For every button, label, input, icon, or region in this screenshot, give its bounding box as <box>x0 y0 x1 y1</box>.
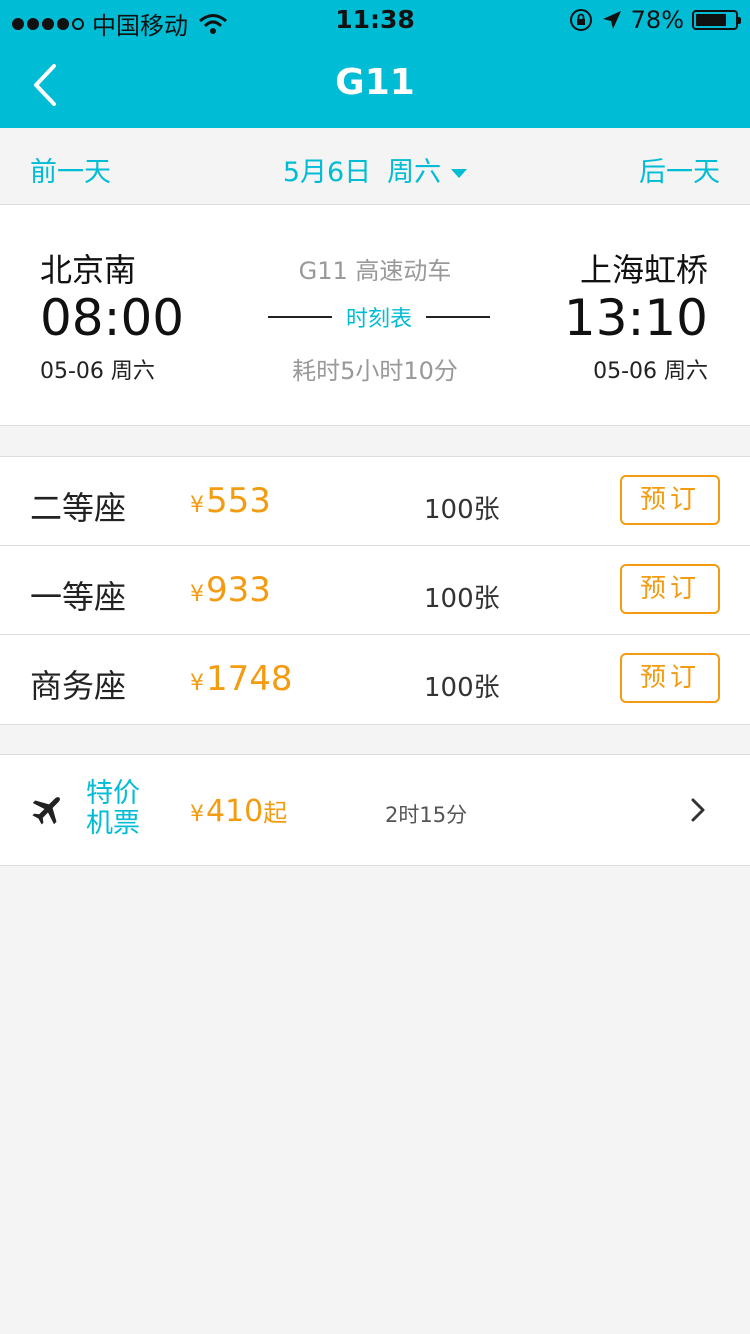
seat-price: ¥933 <box>190 570 271 610</box>
arrival-time: 13:10 <box>563 289 708 347</box>
seat-class: 二等座 <box>30 489 127 527</box>
location-arrow-icon <box>602 11 621 29</box>
flight-deal-row[interactable]: 特价机票 ¥410起 2时15分 <box>0 754 750 866</box>
top-bar: 中国移动 11:38 78% G11 <box>0 0 750 128</box>
rotation-lock-icon <box>569 9 592 31</box>
seat-price: ¥1748 <box>190 659 293 699</box>
caret-down-icon <box>451 169 468 178</box>
currency-symbol: ¥ <box>190 802 204 827</box>
book-button[interactable]: 预订 <box>620 653 720 703</box>
date-label: 5月6日 <box>282 157 372 188</box>
seat-row: 二等座 ¥553 100张 预订 <box>0 457 750 546</box>
battery-fill <box>696 14 726 26</box>
currency-symbol: ¥ <box>190 671 204 696</box>
book-button[interactable]: 预订 <box>620 564 720 614</box>
flight-duration: 2时15分 <box>385 803 468 827</box>
page-title: G11 <box>335 62 415 103</box>
battery-icon <box>692 10 741 30</box>
schedule-link[interactable]: 时刻表 <box>268 301 491 333</box>
price-value: 933 <box>206 570 271 610</box>
price-value: 1748 <box>206 659 293 699</box>
next-day-button[interactable]: 后一天 <box>639 150 720 189</box>
arrival-date: 05-06 周六 <box>593 359 708 384</box>
status-right: 78% <box>569 6 741 34</box>
train-info-card: 北京南 08:00 05-06 周六 G11 高速动车 时刻表 耗时5小时10分… <box>0 205 750 426</box>
battery-percent: 78% <box>630 6 684 34</box>
divider <box>426 316 491 318</box>
weekday-label: 周六 <box>387 157 442 188</box>
price-value: 410 <box>206 794 264 829</box>
price-suffix: 起 <box>263 799 288 827</box>
tickets-remaining: 100张 <box>424 584 500 614</box>
currency-symbol: ¥ <box>190 493 204 518</box>
flight-deal-label: 特价机票 <box>86 778 140 839</box>
status-bar: 中国移动 11:38 78% <box>0 0 750 40</box>
flight-price: ¥410起 <box>190 793 287 829</box>
schedule-label: 时刻表 <box>346 307 413 332</box>
seat-row: 一等座 ¥933 100张 预订 <box>0 546 750 635</box>
seat-row: 商务座 ¥1748 100张 预订 <box>0 635 750 724</box>
divider <box>268 316 332 318</box>
date-bar: 前一天 5月6日 周六 后一天 <box>0 128 750 205</box>
departure-time: 08:00 <box>40 289 185 347</box>
seat-price: ¥553 <box>190 481 271 521</box>
seat-list: 二等座 ¥553 100张 预订 一等座 ¥933 100张 预订 商务座 ¥1… <box>0 456 750 725</box>
book-button[interactable]: 预订 <box>620 475 720 525</box>
arrival-station: 上海虹桥 <box>579 251 708 289</box>
date-selector[interactable]: 5月6日 周六 <box>0 150 750 189</box>
seat-class: 一等座 <box>30 578 127 616</box>
price-value: 553 <box>206 481 271 521</box>
tickets-remaining: 100张 <box>424 495 500 525</box>
tickets-remaining: 100张 <box>424 673 500 703</box>
currency-symbol: ¥ <box>190 582 204 607</box>
airplane-icon <box>32 797 60 825</box>
chevron-right-icon <box>691 798 705 822</box>
seat-class: 商务座 <box>30 667 127 705</box>
